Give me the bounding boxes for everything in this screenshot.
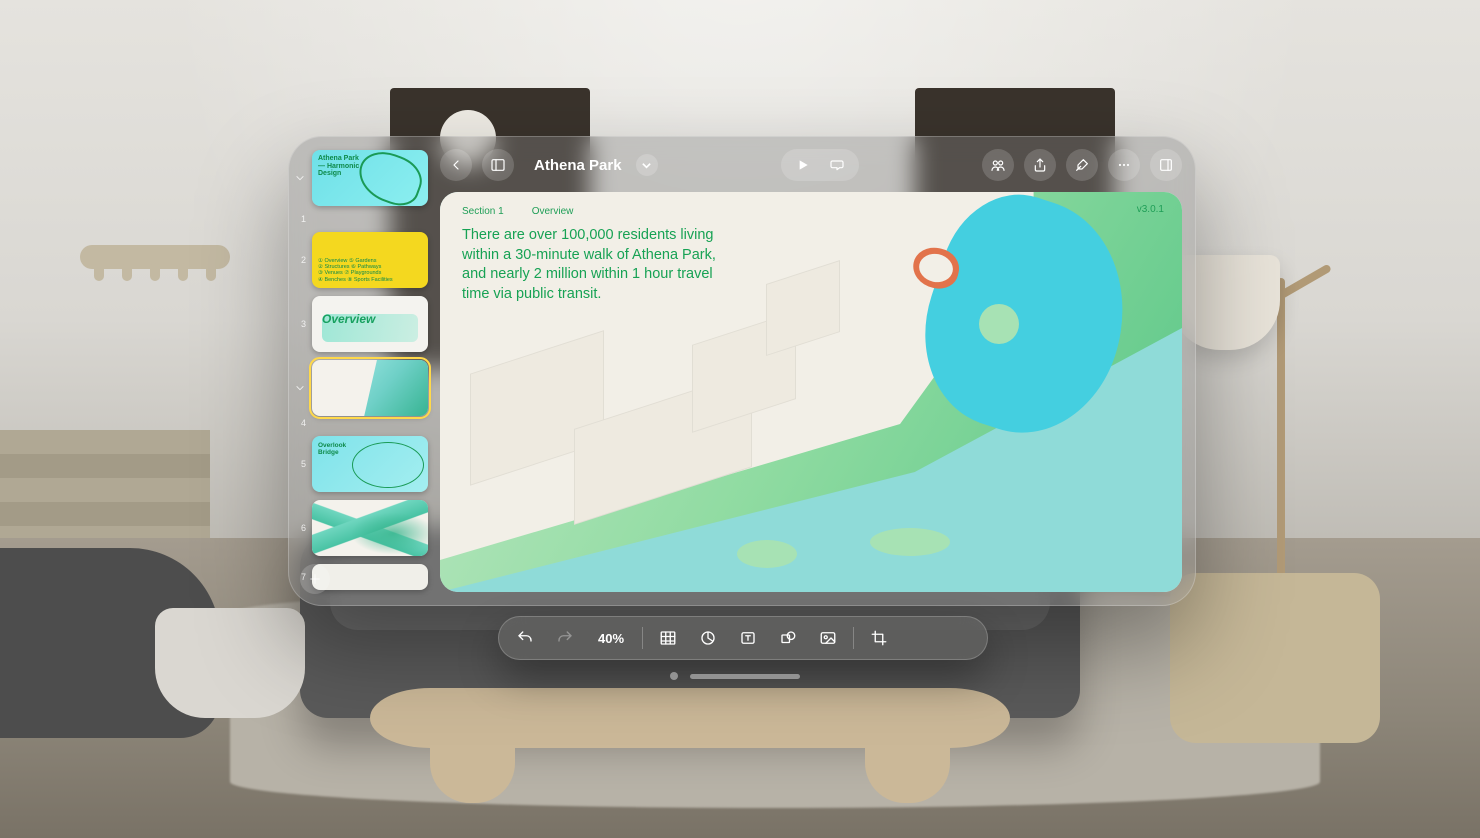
slide-thumbnail-selected[interactable] bbox=[312, 360, 428, 416]
redo-button bbox=[552, 625, 578, 651]
insert-chart-button[interactable] bbox=[695, 625, 721, 651]
section-number: Section 1 bbox=[462, 206, 504, 217]
insert-media-button[interactable] bbox=[815, 625, 841, 651]
slide-canvas[interactable]: Section 1 Overview v3.0.1 There are over… bbox=[440, 192, 1182, 592]
slide-number: 6 bbox=[294, 523, 306, 533]
slide-number: 2 bbox=[294, 255, 306, 265]
toolbar-separator bbox=[642, 627, 643, 649]
slide-thumbnail[interactable]: Overlook Bridge bbox=[312, 436, 428, 492]
zoom-level[interactable]: 40% bbox=[592, 631, 630, 646]
thumbnail-title: Overview bbox=[322, 312, 375, 326]
window-grabber[interactable] bbox=[690, 674, 800, 679]
slide-body-text[interactable]: There are over 100,000 residents living … bbox=[462, 226, 742, 304]
play-controls bbox=[781, 149, 859, 181]
insert-shape-button[interactable] bbox=[775, 625, 801, 651]
play-button[interactable] bbox=[787, 149, 819, 181]
room-chair bbox=[1170, 573, 1380, 743]
format-button[interactable] bbox=[1066, 149, 1098, 181]
thumbnail-text: ① Overview ⑤ Gardens ② Structures ⑥ Path… bbox=[318, 258, 393, 283]
version-label: v3.0.1 bbox=[1137, 204, 1164, 215]
toolbar-separator bbox=[853, 627, 854, 649]
map-island bbox=[870, 528, 950, 556]
edit-toolbar: 40% bbox=[498, 616, 988, 660]
section-collapse-caret[interactable] bbox=[294, 383, 306, 393]
insert-table-button[interactable] bbox=[655, 625, 681, 651]
undo-button[interactable] bbox=[512, 625, 538, 651]
slide-number: 3 bbox=[294, 319, 306, 329]
room-coffee-table bbox=[370, 688, 1010, 803]
add-slide-button[interactable] bbox=[300, 564, 330, 594]
slide-header: Section 1 Overview bbox=[462, 206, 573, 217]
window-toolbar: Athena Park bbox=[440, 148, 1182, 182]
back-button[interactable] bbox=[440, 149, 472, 181]
map-island bbox=[979, 304, 1019, 344]
rehearse-button[interactable] bbox=[821, 149, 853, 181]
window-move-dot[interactable] bbox=[670, 672, 678, 680]
slide-thumbnail[interactable]: Overview bbox=[312, 296, 428, 352]
thumbnail-title: Overlook Bridge bbox=[318, 442, 346, 456]
slide-thumbnail[interactable]: ① Overview ⑤ Gardens ② Structures ⑥ Path… bbox=[312, 232, 428, 288]
sidebar-toggle-button[interactable] bbox=[482, 149, 514, 181]
document-title: Athena Park bbox=[534, 157, 622, 174]
slide-number: 5 bbox=[294, 459, 306, 469]
more-button[interactable] bbox=[1108, 149, 1140, 181]
wall-hooks bbox=[80, 245, 230, 269]
slide-thumbnail[interactable]: Athena Park — Harmonic Design bbox=[312, 150, 428, 206]
insert-text-button[interactable] bbox=[735, 625, 761, 651]
document-menu-button[interactable] bbox=[636, 154, 658, 176]
section-collapse-caret[interactable] bbox=[294, 173, 306, 183]
slide-number: 1 bbox=[294, 214, 306, 224]
crop-button[interactable] bbox=[866, 625, 892, 651]
app-window: Athena Park — Harmonic Design 1 2 ① Over… bbox=[288, 136, 1196, 606]
map-island bbox=[737, 540, 797, 568]
slide-navigator[interactable]: Athena Park — Harmonic Design 1 2 ① Over… bbox=[288, 136, 438, 606]
slide-number: 4 bbox=[294, 418, 306, 428]
collaborate-button[interactable] bbox=[982, 149, 1014, 181]
inspector-button[interactable] bbox=[1150, 149, 1182, 181]
room-basket bbox=[155, 608, 305, 718]
section-name: Overview bbox=[532, 206, 574, 217]
thumbnail-title: Athena Park — Harmonic Design bbox=[318, 155, 378, 178]
slide-thumbnail[interactable] bbox=[312, 500, 428, 556]
share-button[interactable] bbox=[1024, 149, 1056, 181]
editor-main: Athena Park bbox=[438, 136, 1196, 606]
